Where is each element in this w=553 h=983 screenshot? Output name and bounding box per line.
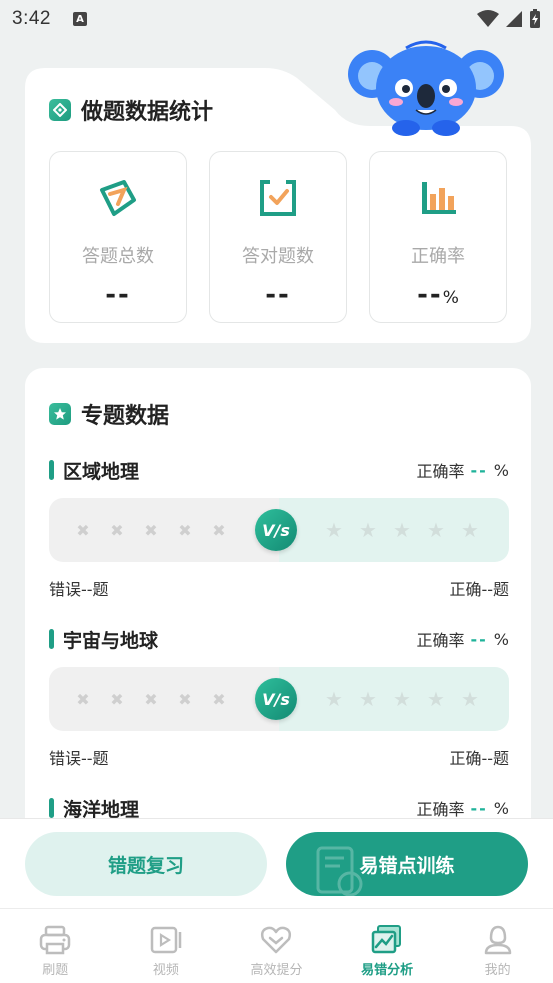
tab-video-label: 视频	[152, 963, 179, 978]
tag-icon	[49, 99, 71, 121]
chart-image-icon	[369, 923, 405, 957]
stat-total-value: --	[105, 280, 131, 310]
tab-practice[interactable]: 刷题	[0, 909, 111, 983]
topic-marker	[49, 798, 54, 818]
cross-icon: ✖	[144, 520, 158, 540]
stat-correct-label: 答对题数	[242, 246, 314, 267]
stat-rate: 正确率 --%	[369, 151, 507, 323]
topics-card-title: 专题数据	[49, 398, 169, 430]
cross-icon: ✖	[110, 520, 124, 540]
stat-total-label: 答题总数	[82, 246, 154, 267]
topic-item[interactable]: 宇宙与地球 正确率 --% ✖ ✖ ✖ ✖ ✖ V/s ★ ★ ★ ★ ★ 错误--题 正确--题	[49, 625, 509, 769]
topic-rate: 正确率 --%	[416, 798, 510, 820]
printer-icon	[37, 923, 73, 957]
cross-icon: ✖	[76, 520, 90, 540]
cross-icon: ✖	[178, 689, 192, 709]
person-icon	[480, 923, 516, 957]
topic-marker	[49, 629, 54, 649]
notification-icon: A	[72, 12, 87, 26]
vs-badge: V/s	[255, 678, 297, 720]
wrong-review-button[interactable]: 错题复习	[25, 832, 267, 896]
video-icon	[148, 923, 184, 957]
cross-icon: ✖	[144, 689, 158, 709]
koala-mascot-icon	[348, 40, 504, 136]
topic-item[interactable]: 区域地理 正确率 --% ✖ ✖ ✖ ✖ ✖ V/s ★ ★ ★ ★ ★ 错误--题 正确--题	[49, 456, 509, 600]
topic-rate: 正确率 --%	[416, 629, 510, 651]
answer-total-icon	[96, 176, 140, 220]
cross-icon: ✖	[212, 520, 226, 540]
answer-correct-icon	[256, 176, 300, 220]
wrong-marks: ✖ ✖ ✖ ✖ ✖	[75, 521, 227, 540]
tab-boost-label: 高效提分	[250, 963, 303, 978]
stat-rate-value: --%	[417, 280, 459, 310]
heart-chevron-icon	[258, 923, 294, 957]
tab-error-analysis[interactable]: 易错分析	[332, 909, 443, 983]
topic-rate: 正确率 --%	[416, 460, 510, 482]
star-icon: ★	[461, 518, 479, 542]
status-time: 3:42	[12, 8, 51, 29]
star-icon: ★	[393, 687, 411, 711]
wifi-icon	[477, 10, 499, 27]
topic-progress-track: ✖ ✖ ✖ ✖ ✖ V/s ★ ★ ★ ★ ★	[49, 667, 509, 731]
stat-rate-label: 正确率	[411, 246, 465, 267]
bottom-tab-bar: 刷题 视频 高效提分 易错分析 我的	[0, 908, 553, 983]
tab-mine-label: 我的	[484, 963, 511, 978]
star-icon: ★	[359, 518, 377, 542]
tab-boost[interactable]: 高效提分	[221, 909, 332, 983]
cross-icon: ✖	[76, 689, 90, 709]
tab-practice-label: 刷题	[42, 963, 69, 978]
stat-correct: 答对题数 --	[209, 151, 347, 323]
tab-error-analysis-label: 易错分析	[361, 963, 414, 978]
topics-card-title-text: 专题数据	[81, 404, 170, 429]
topic-name: 区域地理	[63, 460, 140, 483]
stat-total: 答题总数 --	[49, 151, 187, 323]
topic-wrong-count: 错误--题	[49, 580, 109, 599]
topic-right-count: 正确--题	[449, 749, 509, 768]
action-bar: 错题复习 易错点训练	[0, 818, 553, 908]
star-icon: ★	[461, 687, 479, 711]
tab-mine[interactable]: 我的	[442, 909, 553, 983]
error-training-label: 易错点训练	[359, 854, 455, 877]
right-marks: ★ ★ ★ ★ ★	[324, 687, 480, 711]
wrong-marks: ✖ ✖ ✖ ✖ ✖	[75, 690, 227, 709]
signal-icon	[506, 11, 522, 27]
document-clock-icon	[316, 846, 363, 896]
topic-name: 宇宙与地球	[63, 629, 159, 652]
star-badge-icon	[49, 403, 71, 425]
star-icon: ★	[427, 518, 445, 542]
status-bar: 3:42 A	[0, 0, 553, 38]
stats-card-title: 做题数据统计	[49, 94, 213, 126]
star-icon: ★	[393, 518, 411, 542]
topic-right-count: 正确--题	[449, 580, 509, 599]
stat-correct-value: --	[265, 280, 291, 310]
topic-wrong-count: 错误--题	[49, 749, 109, 768]
bar-chart-icon	[416, 176, 460, 220]
topics-card: 专题数据 区域地理 正确率 --% ✖ ✖ ✖ ✖ ✖ V/s ★ ★ ★ ★ ★ 错误--题 正…	[25, 368, 531, 838]
cross-icon: ✖	[110, 689, 124, 709]
topic-progress-track: ✖ ✖ ✖ ✖ ✖ V/s ★ ★ ★ ★ ★	[49, 498, 509, 562]
star-icon: ★	[325, 518, 343, 542]
stats-card-title-text: 做题数据统计	[81, 100, 214, 125]
vs-badge: V/s	[255, 509, 297, 551]
star-icon: ★	[359, 687, 377, 711]
battery-icon	[530, 9, 540, 28]
topic-marker	[49, 460, 54, 480]
star-icon: ★	[427, 687, 445, 711]
tab-video[interactable]: 视频	[111, 909, 222, 983]
right-marks: ★ ★ ★ ★ ★	[324, 518, 480, 542]
star-icon: ★	[325, 687, 343, 711]
error-training-button[interactable]: 易错点训练	[286, 832, 528, 896]
cross-icon: ✖	[212, 689, 226, 709]
cross-icon: ✖	[178, 520, 192, 540]
